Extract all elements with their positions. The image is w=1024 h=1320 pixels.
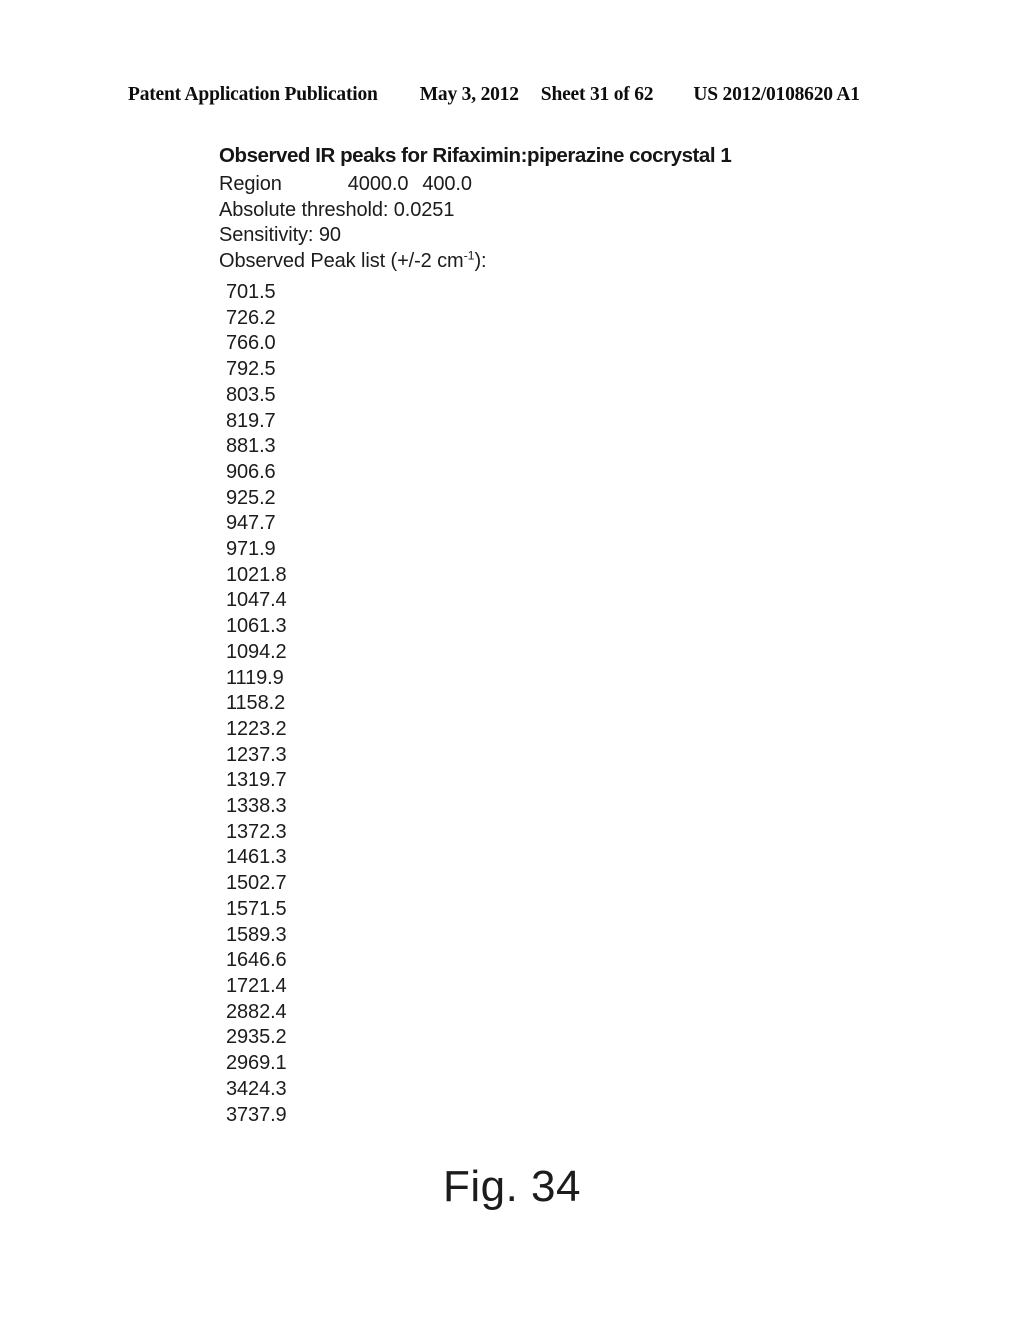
peak-value-item: 1646.6 [226,949,287,972]
peak-value-item: 803.5 [226,383,276,406]
peak-value-item: 1047.4 [226,589,287,612]
peak-value-item: 1119.9 [226,666,284,689]
peak-value-item: 1237.3 [226,743,287,766]
figure-caption: Fig. 34 [442,1162,581,1211]
peak-value-item: 971.9 [226,538,276,561]
peak-value-item: 1158.2 [226,692,286,715]
peak-value-item: 1589.3 [226,923,287,946]
region-label: Region [219,173,282,195]
peak-value-item: 792.5 [226,358,276,381]
region-line: Region 4000.0 400.0 [219,172,859,198]
peak-value-item: 2969.1 [226,1052,287,1075]
figure-title: Observed IR peaks for Rifaximin:piperazi… [219,144,732,167]
page-running-head: Patent Application Publication May 3, 20… [128,84,896,106]
patent-document-number: US 2012/0108620 A1 [693,84,860,105]
peak-value-item: 766.0 [226,332,276,355]
peak-value-item: 1372.3 [226,820,287,843]
peak-value-item: 906.6 [226,460,276,483]
peak-list-heading-text: Observed Peak list (+/-2 cm [219,249,464,272]
peak-value-item: 1061.3 [226,615,287,638]
peak-value-item: 947.7 [226,512,276,535]
peak-list-heading-suffix: ): [474,249,487,272]
publication-label: Patent Application Publication [128,84,378,105]
figure-content: Observed IR peaks for Rifaximin:piperazi… [219,143,859,1128]
peak-value-item: 819.7 [226,409,276,432]
ir-parameters-block: Region 4000.0 400.0 Absolute threshold: 0.… [219,172,859,274]
observed-peak-list: 701.5 726.2 766.0 792.5 803.5 819.7 881.3 906.6… [226,280,859,1128]
peak-value-item: 3424.3 [226,1077,287,1100]
publication-date: May 3, 2012 [419,84,519,105]
peak-value-item: 726.2 [226,306,276,329]
sheet-number-label: Sheet 31 of 62 [540,84,654,105]
peak-value-item: 1094.2 [226,640,287,663]
peak-value-item: 3737.9 [226,1103,287,1126]
region-end-value: 400.0 [422,173,472,195]
peak-value-item: 1338.3 [226,795,287,818]
peak-value-item: 925.2 [226,486,276,509]
peak-value-item: 1021.8 [226,563,287,586]
peak-value-item: 1319.7 [226,769,287,792]
peak-value-item: 2935.2 [226,1026,287,1049]
peak-value-item: 1502.7 [226,872,287,895]
sensitivity-line: Sensitivity: 90 [219,224,341,246]
region-start-value: 4000.0 [347,173,409,195]
peak-value-item: 701.5 [226,281,276,303]
absolute-threshold-line: Absolute threshold: 0.0251 [219,198,455,221]
patent-page: { "page_header": { "publication_label": … [0,0,1024,1320]
peak-value-item: 1571.5 [226,897,287,920]
peak-value-item: 2882.4 [226,1000,287,1023]
wavenumber-exponent: -1 [463,247,475,262]
peak-list-heading: Observed Peak list (+/-2 cm-1): [219,249,859,275]
peak-value-item: 881.3 [226,435,276,458]
peak-value-item: 1461.3 [226,846,287,869]
peak-value-item: 1223.2 [226,717,287,740]
peak-value-item: 1721.4 [226,974,287,997]
